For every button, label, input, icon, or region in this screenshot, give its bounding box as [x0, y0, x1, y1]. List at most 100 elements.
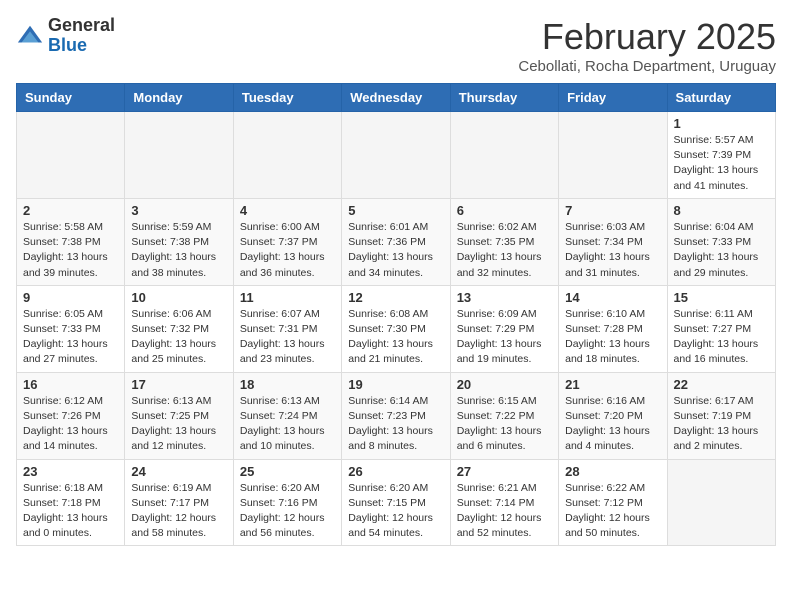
calendar-cell: 23 Sunrise: 6:18 AM Sunset: 7:18 PM Dayli… — [17, 459, 125, 546]
logo: General Blue — [16, 16, 115, 56]
calendar-cell — [342, 112, 450, 199]
calendar-cell — [233, 112, 341, 199]
calendar-cell — [450, 112, 558, 199]
calendar-cell: 14 Sunrise: 6:10 AM Sunset: 7:28 PM Dayli… — [559, 285, 667, 372]
day-info: Sunrise: 6:12 AM Sunset: 7:26 PM Dayligh… — [23, 394, 118, 455]
day-number: 2 — [23, 203, 118, 218]
calendar-cell: 12Sunrise: 6:08 AM Sunset: 7:30 PM Dayli… — [342, 285, 450, 372]
week-row-5: 23 Sunrise: 6:18 AM Sunset: 7:18 PM Dayli… — [17, 459, 776, 546]
day-info: Sunrise: 6:07 AM Sunset: 7:31 PM Dayligh… — [240, 307, 335, 368]
day-info: Sunrise: 6:21 AM Sunset: 7:14 PM Dayligh… — [457, 481, 552, 542]
day-number: 9 — [23, 290, 118, 305]
day-info: Sunrise: 6:09 AM Sunset: 7:29 PM Dayligh… — [457, 307, 552, 368]
calendar-cell: 1 Sunrise: 5:57 AM Sunset: 7:39 PM Daylig… — [667, 112, 775, 199]
day-number: 4 — [240, 203, 335, 218]
calendar-cell — [667, 459, 775, 546]
day-info: Sunrise: 6:13 AM Sunset: 7:24 PM Dayligh… — [240, 394, 335, 455]
day-info: Sunrise: 6:11 AM Sunset: 7:27 PM Dayligh… — [674, 307, 769, 368]
day-info: Sunrise: 6:02 AM Sunset: 7:35 PM Dayligh… — [457, 220, 552, 281]
calendar-cell: 20 Sunrise: 6:15 AM Sunset: 7:22 PM Dayli… — [450, 372, 558, 459]
weekday-header-friday: Friday — [559, 84, 667, 112]
calendar-subtitle: Cebollati, Rocha Department, Uruguay — [518, 58, 776, 75]
day-info: Sunrise: 6:04 AM Sunset: 7:33 PM Dayligh… — [674, 220, 769, 281]
day-number: 16 — [23, 377, 118, 392]
calendar-title: February 2025 — [518, 16, 776, 58]
calendar-cell — [17, 112, 125, 199]
day-number: 15 — [674, 290, 769, 305]
calendar-cell: 8 Sunrise: 6:04 AM Sunset: 7:33 PM Daylig… — [667, 198, 775, 285]
logo-blue-text: Blue — [48, 36, 115, 56]
day-info: Sunrise: 6:19 AM Sunset: 7:17 PM Dayligh… — [131, 481, 226, 542]
day-info: Sunrise: 6:18 AM Sunset: 7:18 PM Dayligh… — [23, 481, 118, 542]
day-number: 23 — [23, 464, 118, 479]
day-info: Sunrise: 5:59 AM Sunset: 7:38 PM Dayligh… — [131, 220, 226, 281]
weekday-header-sunday: Sunday — [17, 84, 125, 112]
day-number: 10 — [131, 290, 226, 305]
day-info: Sunrise: 6:00 AM Sunset: 7:37 PM Dayligh… — [240, 220, 335, 281]
weekday-header-monday: Monday — [125, 84, 233, 112]
day-info: Sunrise: 6:13 AM Sunset: 7:25 PM Dayligh… — [131, 394, 226, 455]
calendar-cell: 25 Sunrise: 6:20 AM Sunset: 7:16 PM Dayli… — [233, 459, 341, 546]
title-area: February 2025 Cebollati, Rocha Departmen… — [518, 16, 776, 75]
day-info: Sunrise: 6:10 AM Sunset: 7:28 PM Dayligh… — [565, 307, 660, 368]
day-number: 24 — [131, 464, 226, 479]
calendar-cell: 27Sunrise: 6:21 AM Sunset: 7:14 PM Dayli… — [450, 459, 558, 546]
calendar-cell: 13 Sunrise: 6:09 AM Sunset: 7:29 PM Dayli… — [450, 285, 558, 372]
calendar-cell: 15 Sunrise: 6:11 AM Sunset: 7:27 PM Dayli… — [667, 285, 775, 372]
day-number: 14 — [565, 290, 660, 305]
week-row-1: 1 Sunrise: 5:57 AM Sunset: 7:39 PM Daylig… — [17, 112, 776, 199]
calendar-cell: 5 Sunrise: 6:01 AM Sunset: 7:36 PM Daylig… — [342, 198, 450, 285]
day-info: Sunrise: 5:57 AM Sunset: 7:39 PM Dayligh… — [674, 133, 769, 194]
day-number: 22 — [674, 377, 769, 392]
day-number: 17 — [131, 377, 226, 392]
day-number: 3 — [131, 203, 226, 218]
calendar-cell: 7Sunrise: 6:03 AM Sunset: 7:34 PM Daylig… — [559, 198, 667, 285]
calendar-cell: 3 Sunrise: 5:59 AM Sunset: 7:38 PM Daylig… — [125, 198, 233, 285]
day-number: 5 — [348, 203, 443, 218]
day-info: Sunrise: 6:17 AM Sunset: 7:19 PM Dayligh… — [674, 394, 769, 455]
day-info: Sunrise: 6:03 AM Sunset: 7:34 PM Dayligh… — [565, 220, 660, 281]
day-number: 25 — [240, 464, 335, 479]
day-info: Sunrise: 6:20 AM Sunset: 7:16 PM Dayligh… — [240, 481, 335, 542]
day-number: 13 — [457, 290, 552, 305]
calendar-cell: 21 Sunrise: 6:16 AM Sunset: 7:20 PM Dayli… — [559, 372, 667, 459]
weekday-header-tuesday: Tuesday — [233, 84, 341, 112]
day-info: Sunrise: 6:16 AM Sunset: 7:20 PM Dayligh… — [565, 394, 660, 455]
logo-icon — [16, 22, 44, 50]
logo-general-text: General — [48, 16, 115, 36]
calendar-cell: 10 Sunrise: 6:06 AM Sunset: 7:32 PM Dayli… — [125, 285, 233, 372]
weekday-header-row: SundayMondayTuesdayWednesdayThursdayFrid… — [17, 84, 776, 112]
calendar-table: SundayMondayTuesdayWednesdayThursdayFrid… — [16, 83, 776, 546]
day-number: 18 — [240, 377, 335, 392]
calendar-cell: 28 Sunrise: 6:22 AM Sunset: 7:12 PM Dayli… — [559, 459, 667, 546]
day-info: Sunrise: 6:08 AM Sunset: 7:30 PM Dayligh… — [348, 307, 443, 368]
calendar-cell: 19Sunrise: 6:14 AM Sunset: 7:23 PM Dayli… — [342, 372, 450, 459]
calendar-header: General Blue February 2025 Cebollati, Ro… — [16, 16, 776, 75]
day-number: 21 — [565, 377, 660, 392]
week-row-2: 2Sunrise: 5:58 AM Sunset: 7:38 PM Daylig… — [17, 198, 776, 285]
day-info: Sunrise: 6:22 AM Sunset: 7:12 PM Dayligh… — [565, 481, 660, 542]
calendar-cell: 24 Sunrise: 6:19 AM Sunset: 7:17 PM Dayli… — [125, 459, 233, 546]
day-info: Sunrise: 6:14 AM Sunset: 7:23 PM Dayligh… — [348, 394, 443, 455]
calendar-cell: 17 Sunrise: 6:13 AM Sunset: 7:25 PM Dayli… — [125, 372, 233, 459]
weekday-header-wednesday: Wednesday — [342, 84, 450, 112]
day-number: 6 — [457, 203, 552, 218]
week-row-3: 9 Sunrise: 6:05 AM Sunset: 7:33 PM Daylig… — [17, 285, 776, 372]
day-info: Sunrise: 6:05 AM Sunset: 7:33 PM Dayligh… — [23, 307, 118, 368]
calendar-cell: 26Sunrise: 6:20 AM Sunset: 7:15 PM Dayli… — [342, 459, 450, 546]
calendar-cell: 16 Sunrise: 6:12 AM Sunset: 7:26 PM Dayli… — [17, 372, 125, 459]
calendar-cell: 9 Sunrise: 6:05 AM Sunset: 7:33 PM Daylig… — [17, 285, 125, 372]
day-number: 28 — [565, 464, 660, 479]
day-info: Sunrise: 6:01 AM Sunset: 7:36 PM Dayligh… — [348, 220, 443, 281]
day-info: Sunrise: 6:15 AM Sunset: 7:22 PM Dayligh… — [457, 394, 552, 455]
day-number: 8 — [674, 203, 769, 218]
week-row-4: 16 Sunrise: 6:12 AM Sunset: 7:26 PM Dayli… — [17, 372, 776, 459]
day-number: 20 — [457, 377, 552, 392]
calendar-cell — [559, 112, 667, 199]
calendar-cell: 11Sunrise: 6:07 AM Sunset: 7:31 PM Dayli… — [233, 285, 341, 372]
day-number: 1 — [674, 116, 769, 131]
day-info: Sunrise: 6:06 AM Sunset: 7:32 PM Dayligh… — [131, 307, 226, 368]
calendar-cell: 18 Sunrise: 6:13 AM Sunset: 7:24 PM Dayli… — [233, 372, 341, 459]
weekday-header-saturday: Saturday — [667, 84, 775, 112]
calendar-cell: 22 Sunrise: 6:17 AM Sunset: 7:19 PM Dayli… — [667, 372, 775, 459]
